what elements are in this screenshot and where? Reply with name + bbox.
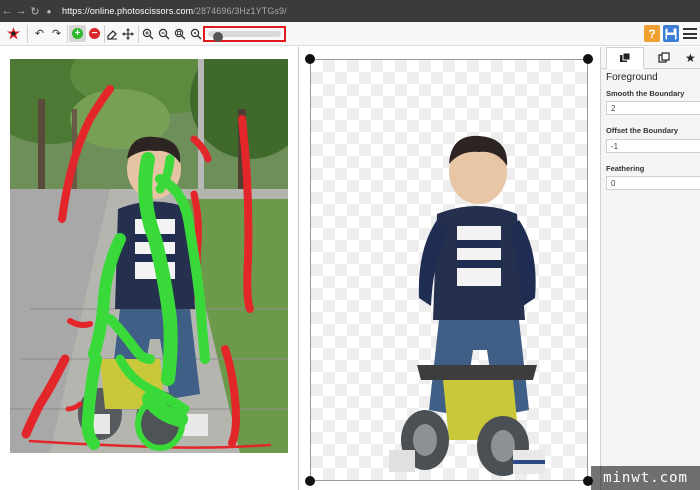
original-photo[interactable] <box>10 59 288 453</box>
resize-handle-top-right[interactable] <box>583 54 593 64</box>
toolbar: ↶ ↷ + − <box>0 22 700 46</box>
url-host: https://online.photoscissors.com <box>62 6 194 16</box>
marker-size-slider[interactable] <box>208 31 281 42</box>
help-button[interactable]: ? <box>644 25 660 42</box>
settings-panel: ★ Foreground Smooth the Boundary 2 Offse… <box>600 47 700 490</box>
eraser-icon[interactable] <box>103 25 120 42</box>
watermark: minwt.com <box>591 466 700 490</box>
smooth-boundary-input[interactable]: 2 <box>606 101 700 115</box>
browser-address-bar: ← → ↻ ● https://online.photoscissors.com… <box>0 0 700 22</box>
smooth-boundary-label: Smooth the Boundary <box>606 89 685 98</box>
zoom-actual-icon[interactable] <box>187 25 204 42</box>
panel-tabs: ★ <box>601 47 700 69</box>
marker-size-slider-knob[interactable] <box>213 32 224 42</box>
zoom-out-icon[interactable] <box>155 25 172 42</box>
save-button[interactable] <box>663 25 679 42</box>
toolbar-separator <box>67 25 68 43</box>
zoom-in-icon[interactable] <box>139 25 156 42</box>
reload-icon[interactable]: ↻ <box>28 5 42 18</box>
foreground-marker-icon[interactable]: + <box>69 25 86 42</box>
feathering-label: Feathering <box>606 164 645 173</box>
redo-icon[interactable]: ↷ <box>48 25 65 42</box>
zoom-fit-icon[interactable] <box>171 25 188 42</box>
panel-divider <box>298 47 299 490</box>
hamburger-menu-icon[interactable] <box>683 26 697 41</box>
marker-size-slider-highlight <box>203 26 286 42</box>
resize-handle-top-left[interactable] <box>305 54 315 64</box>
undo-icon[interactable]: ↶ <box>31 25 48 42</box>
url-path: /2874696/3Hz1YTGs9/ <box>193 6 287 16</box>
photoscissors-logo-icon <box>5 25 22 42</box>
feathering-input[interactable]: 0 <box>606 176 700 190</box>
star-tab-icon[interactable]: ★ <box>685 47 700 69</box>
panel-title: Foreground <box>606 72 658 83</box>
offset-boundary-label: Offset the Boundary <box>606 126 679 135</box>
toolbar-separator <box>27 25 28 43</box>
floppy-disk-icon <box>665 28 677 39</box>
foreground-tab-icon[interactable] <box>606 47 644 69</box>
url-field[interactable]: https://online.photoscissors.com/2874696… <box>62 6 287 16</box>
background-tab-icon[interactable] <box>645 47 683 69</box>
background-marker-icon[interactable]: − <box>86 25 103 42</box>
lock-icon: ● <box>46 6 52 16</box>
result-canvas[interactable] <box>310 59 588 481</box>
resize-handle-bottom-left[interactable] <box>305 476 315 486</box>
offset-boundary-input[interactable]: -1 <box>606 139 700 153</box>
move-icon[interactable] <box>119 25 136 42</box>
forward-icon[interactable]: → <box>14 5 28 17</box>
back-icon[interactable]: ← <box>0 5 14 17</box>
